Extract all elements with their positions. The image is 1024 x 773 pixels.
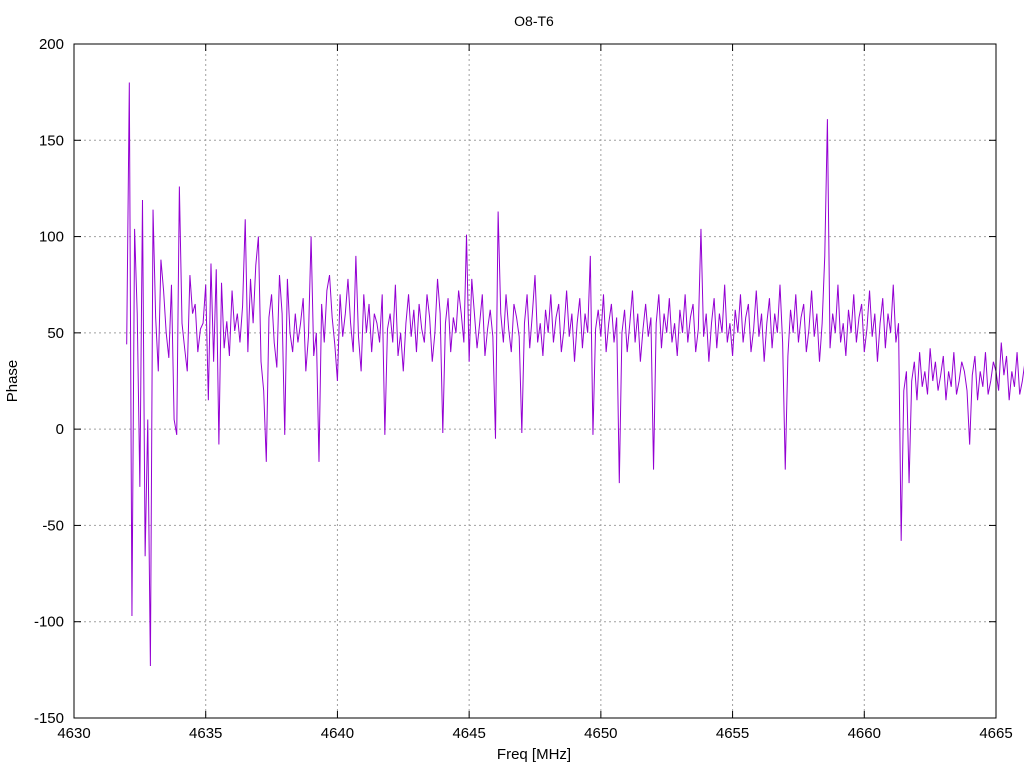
x-tick-label: 4640	[321, 725, 354, 742]
x-tick-label: 4660	[848, 725, 881, 742]
x-tick-label: 4665	[979, 725, 1012, 742]
y-tick-label: 0	[56, 421, 64, 438]
x-axis-label: Freq [MHz]	[497, 746, 571, 763]
x-tick-label: 4655	[716, 725, 749, 742]
phase-chart: 4630 4635 4640 4645 4650 4655 4660 4665 -150 -10…	[0, 0, 1024, 768]
y-tick-label: -150	[34, 710, 64, 727]
x-tick-label: 4650	[584, 725, 617, 742]
y-tick-label: -100	[34, 614, 64, 631]
chart-title: O8-T6	[514, 13, 554, 29]
y-tick-label: 50	[47, 325, 64, 342]
y-axis-label: Phase	[4, 360, 21, 403]
y-tick-label: 150	[39, 132, 64, 149]
y-tick-label: 200	[39, 36, 64, 53]
y-tick-label: 100	[39, 229, 64, 246]
chart-svg: 4630 4635 4640 4645 4650 4655 4660 4665 -150 -10…	[0, 0, 1024, 768]
x-tick-label: 4635	[189, 725, 222, 742]
x-tick-label: 4630	[57, 725, 90, 742]
x-tick-label: 4645	[452, 725, 485, 742]
y-tick-label: -50	[42, 517, 64, 534]
